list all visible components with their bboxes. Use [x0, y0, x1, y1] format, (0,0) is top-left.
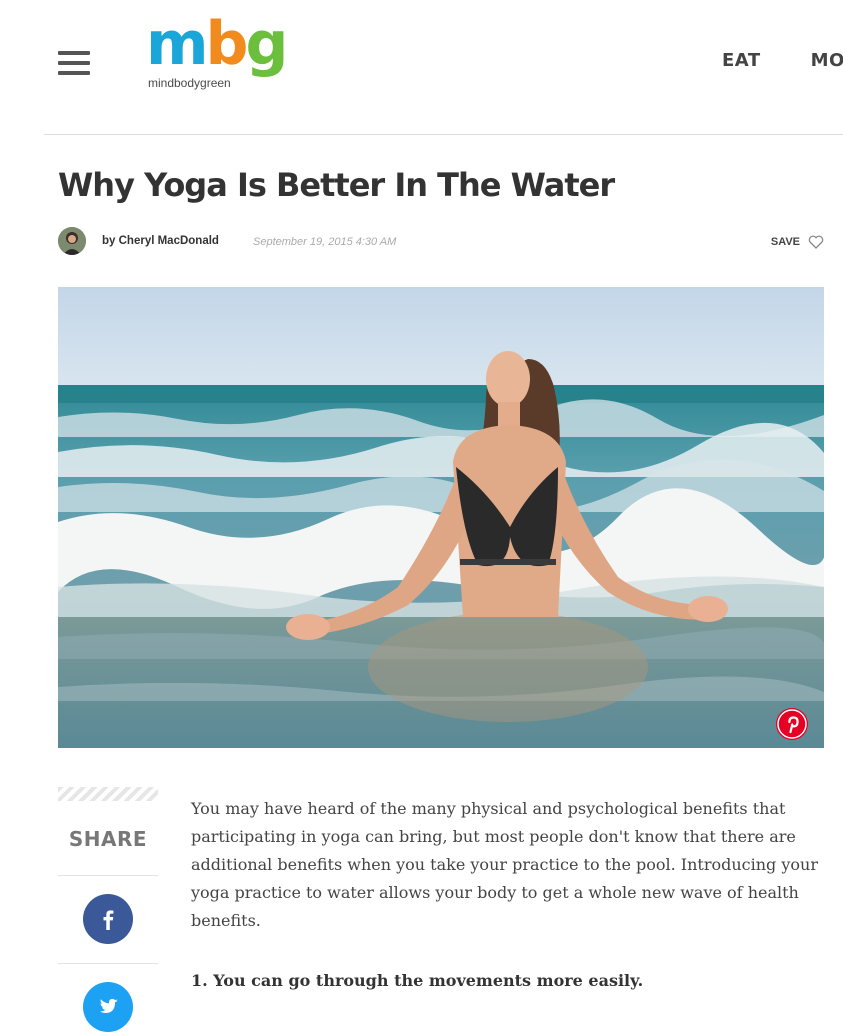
article-paragraph: You may have heard of the many physical … [191, 799, 819, 930]
share-divider [58, 875, 158, 876]
pinterest-icon [776, 708, 808, 740]
save-button[interactable]: SAVE [771, 235, 824, 249]
twitter-icon [99, 998, 118, 1013]
article-title: Why Yoga Is Better In The Water [58, 166, 615, 204]
nav-move[interactable]: MOVE [811, 50, 843, 71]
top-nav: EAT MOVE [722, 50, 843, 71]
logo-letter-b: b [205, 9, 249, 79]
article-subheading: 1. You can go through the movements more… [191, 971, 644, 990]
logo-mark: mbg [146, 14, 288, 74]
site-header: mbg mindbodygreen EAT MOVE [0, 0, 843, 134]
byline: by Cheryl MacDonald September 19, 2015 4… [58, 227, 824, 257]
logo-letter-g: g [245, 9, 288, 79]
mbg-logo[interactable]: mbg mindbodygreen [146, 14, 288, 94]
hero-image [58, 287, 824, 748]
heart-icon [808, 235, 824, 249]
share-stripe [58, 787, 158, 801]
publish-date: September 19, 2015 4:30 AM [253, 236, 397, 248]
share-label: SHARE [68, 827, 148, 851]
article-body: You may have heard of the many physical … [191, 795, 825, 995]
logo-letter-m: m [146, 9, 209, 79]
facebook-share-button[interactable] [83, 894, 133, 944]
logo-subtitle: mindbodygreen [148, 76, 231, 90]
save-label: SAVE [770, 236, 800, 248]
facebook-icon [103, 910, 114, 930]
share-divider [58, 963, 158, 964]
author-name[interactable]: by Cheryl MacDonald [102, 235, 219, 247]
share-rail: SHARE [58, 787, 158, 1032]
header-divider [44, 134, 843, 135]
twitter-share-button[interactable] [83, 982, 133, 1032]
pinterest-button[interactable] [776, 708, 808, 740]
author-avatar[interactable] [58, 227, 86, 255]
nav-eat[interactable]: EAT [722, 50, 761, 71]
menu-icon[interactable] [58, 51, 90, 75]
